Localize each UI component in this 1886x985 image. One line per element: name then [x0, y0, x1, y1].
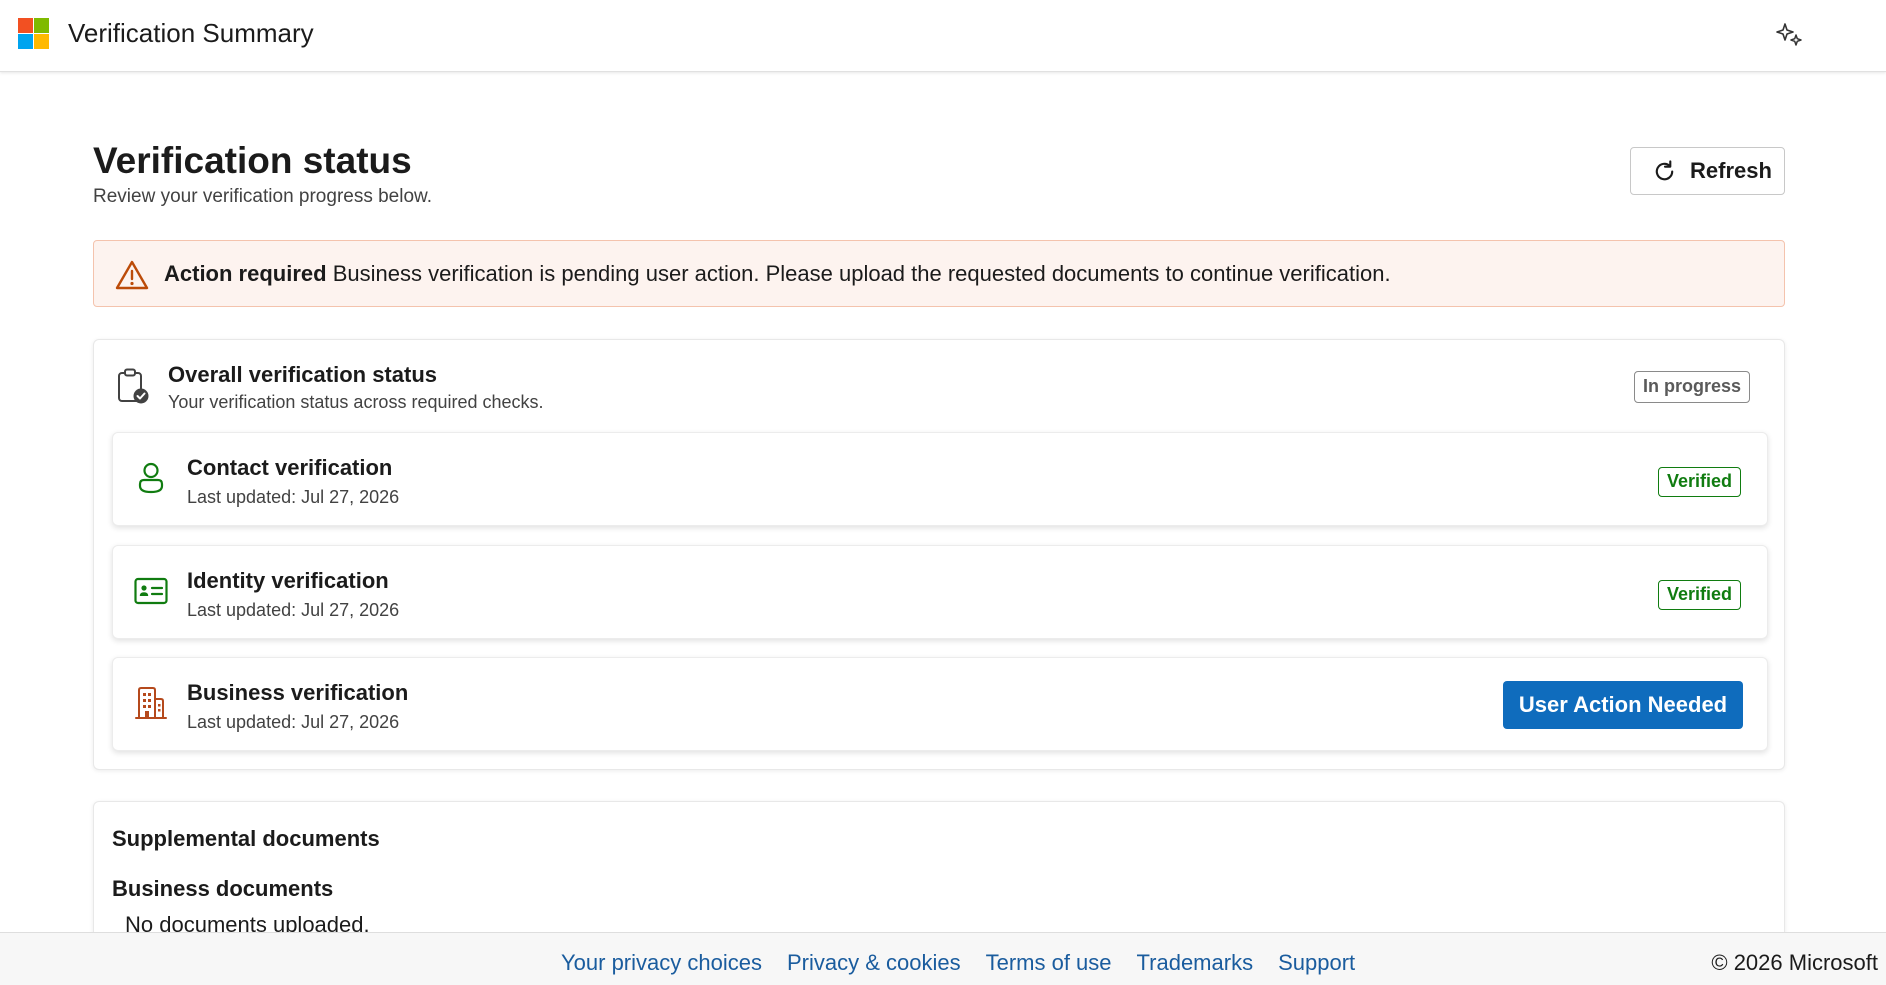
person-icon: [138, 462, 164, 494]
business-documents-heading: Business documents: [112, 876, 334, 901]
user-action-needed-button[interactable]: User Action Needed: [1503, 681, 1743, 729]
overall-status-card: Overall verification status Your verific…: [93, 339, 1785, 770]
overall-status-title: Overall verification status: [168, 362, 437, 387]
check-card-contact: Contact verification Last updated: Jul 2…: [112, 432, 1768, 526]
copyright: © 2026 Microsoft: [1711, 950, 1878, 975]
footer-link-terms[interactable]: Terms of use: [986, 950, 1112, 976]
footer-link-trademarks[interactable]: Trademarks: [1137, 950, 1254, 976]
clipboard-check-icon: [118, 368, 149, 404]
check-card-identity: Identity verification Last updated: Jul …: [112, 545, 1768, 639]
check-title: Contact verification: [187, 455, 393, 480]
supplemental-title: Supplemental documents: [112, 826, 380, 851]
footer-link-privacy-choices[interactable]: Your privacy choices: [561, 950, 762, 976]
building-icon: [135, 687, 167, 719]
status-badge-verified: Verified: [1658, 580, 1742, 610]
refresh-icon: [1655, 159, 1674, 180]
status-badge-in-progress: In progress: [1634, 371, 1751, 403]
action-required-alert: Action required Business verification is…: [93, 240, 1785, 307]
page-title: Verification status: [93, 140, 412, 181]
microsoft-logo[interactable]: [18, 18, 49, 49]
page-subtitle: Review your verification progress below.: [93, 186, 432, 207]
check-updated: Last updated: Jul 27, 2026: [187, 487, 400, 507]
top-bar: Verification Summary: [0, 0, 1886, 72]
check-updated: Last updated: Jul 27, 2026: [187, 600, 400, 620]
status-badge-verified: Verified: [1658, 467, 1742, 497]
alert-strong: Action required: [164, 261, 327, 286]
footer-links: Your privacy choices Privacy & cookies T…: [561, 950, 1355, 976]
check-updated: Last updated: Jul 27, 2026: [187, 712, 400, 732]
overall-status-subtitle: Your verification status across required…: [168, 392, 544, 412]
app-title: Verification Summary: [68, 18, 314, 48]
footer-link-privacy-cookies[interactable]: Privacy & cookies: [787, 950, 961, 976]
check-card-business: Business verification Last updated: Jul …: [112, 657, 1768, 751]
copilot-sparkle-icon[interactable]: [1775, 20, 1805, 50]
footer-link-support[interactable]: Support: [1278, 950, 1355, 976]
refresh-button[interactable]: Refresh: [1630, 147, 1785, 195]
alert-text: Action required Business verification is…: [164, 261, 1391, 287]
id-card-icon: [134, 577, 168, 605]
check-title: Business verification: [187, 680, 409, 705]
footer: Your privacy choices Privacy & cookies T…: [0, 932, 1886, 985]
warning-icon: [115, 260, 149, 290]
refresh-label: Refresh: [1690, 158, 1772, 183]
alert-message: Business verification is pending user ac…: [332, 261, 1391, 286]
check-title: Identity verification: [187, 568, 389, 593]
